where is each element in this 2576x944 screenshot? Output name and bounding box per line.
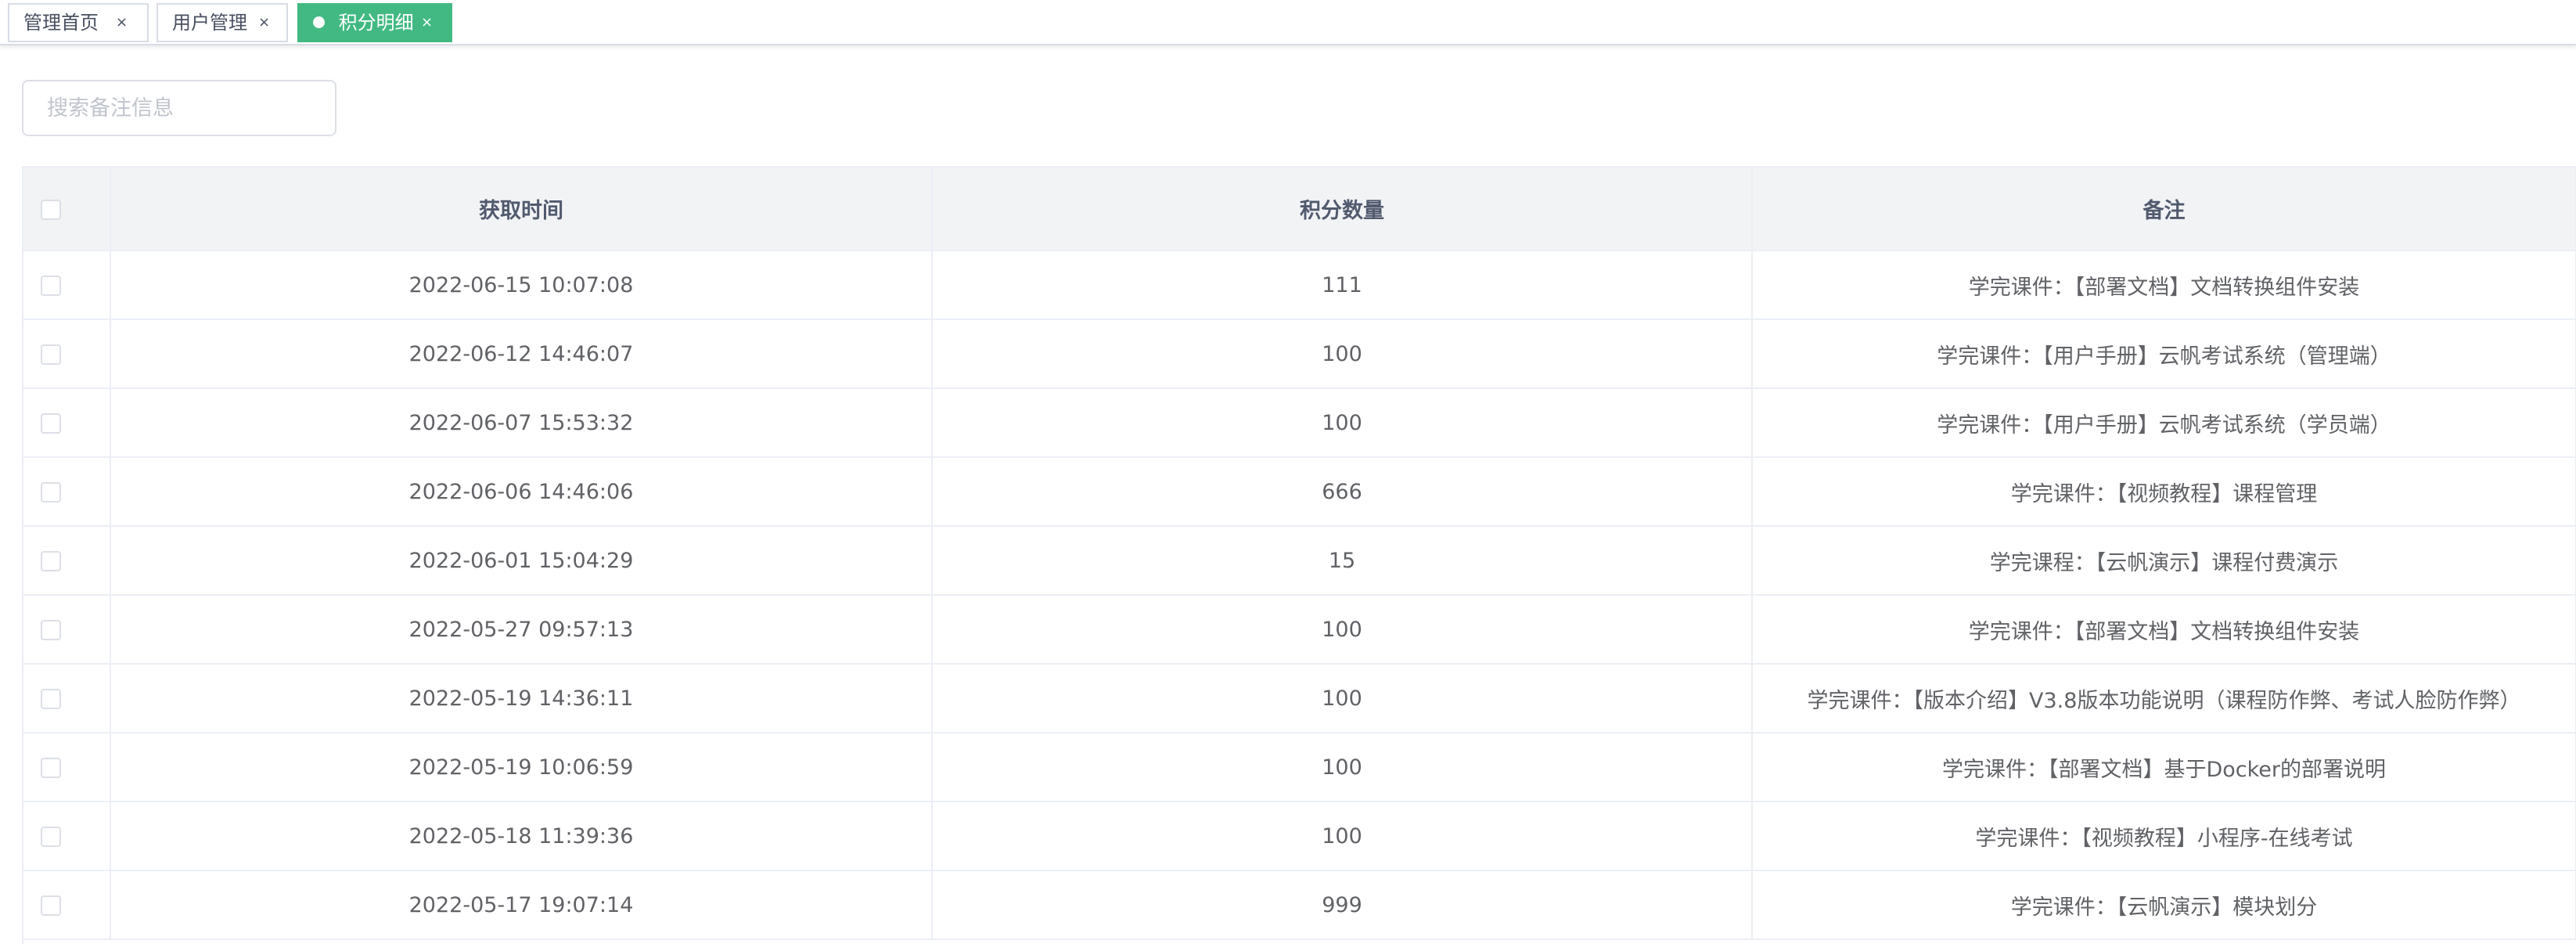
cell-note: 学完课件：【版本介绍】V3.8版本功能说明（课程防作弊、考试人脸防作弊）	[1752, 664, 2576, 733]
cell-note: 学完课件：【用户手册】云帆考试系统（学员端）	[1752, 388, 2576, 458]
row-checkbox[interactable]	[41, 344, 61, 365]
row-checkbox[interactable]	[41, 689, 61, 709]
cell-note: 学完课件：【用户手册】云帆考试系统（管理端）	[1752, 319, 2576, 389]
active-dot-icon	[313, 16, 325, 28]
table-row[interactable]: 2022-06-01 15:04:29 15 学完课程：【云帆演示】课程付费演示	[23, 526, 2576, 596]
tab-home[interactable]: 管理首页 ×	[8, 3, 149, 42]
row-checkbox[interactable]	[41, 276, 61, 296]
tab-user-management-label: 用户管理	[172, 12, 247, 34]
cell-note: 学完课件：【部署文档】基于Docker的部署说明	[1752, 733, 2576, 802]
close-icon[interactable]: ×	[258, 5, 270, 41]
points-table: 获取时间 积分数量 备注 2022-06-15 10:07:08 111 学完课…	[22, 166, 2576, 944]
tab-home-label: 管理首页	[23, 12, 99, 34]
cell-points: 100	[932, 319, 1753, 389]
row-checkbox[interactable]	[41, 620, 61, 640]
row-checkbox[interactable]	[41, 551, 61, 571]
cell-note: 学完课件：【视频教程】课程管理	[1752, 457, 2576, 527]
table-header-row: 获取时间 积分数量 备注	[23, 168, 2576, 251]
cell-points: 100	[932, 595, 1753, 665]
search-input[interactable]	[22, 80, 336, 136]
cell-note: 学完课件：【部署文档】文档转换组件安装	[1752, 250, 2576, 320]
cell-note: 学完课件：【云帆演示】模块划分	[1752, 870, 2576, 940]
row-select-cell	[23, 250, 111, 320]
cell-time: 2022-05-17 19:07:14	[110, 870, 933, 940]
cell-time: 2022-05-27 09:57:13	[110, 595, 933, 665]
column-header-points[interactable]: 积分数量	[932, 168, 1753, 251]
table-row[interactable]: 2022-05-17 19:07:14 999 学完课件：【云帆演示】模块划分	[23, 870, 2576, 940]
cell-points: 100	[932, 664, 1753, 733]
row-select-cell	[23, 733, 111, 802]
cell-points: 100	[932, 388, 1753, 458]
table-row[interactable]: 2022-05-19 10:06:59 100 学完课件：【部署文档】基于Doc…	[23, 733, 2576, 802]
cell-time: 2022-06-15 10:07:08	[110, 250, 933, 320]
select-all-cell	[23, 168, 111, 251]
row-checkbox[interactable]	[41, 758, 61, 778]
cell-time: 2022-06-12 14:46:07	[110, 319, 933, 389]
cell-time: 2022-06-07 15:53:32	[110, 388, 933, 458]
row-select-cell	[23, 526, 111, 596]
cell-note: 学完课件：【部署文档】文档转换组件安装	[1752, 595, 2576, 665]
close-icon[interactable]: ×	[116, 5, 128, 41]
tags-view-bar: 管理首页 × 用户管理 × 积分明细 ×	[0, 0, 2576, 45]
row-select-cell	[23, 457, 111, 527]
column-header-note[interactable]: 备注	[1752, 168, 2576, 251]
tab-points-detail[interactable]: 积分明细 ×	[297, 3, 452, 42]
row-checkbox[interactable]	[41, 413, 61, 434]
cell-points: 15	[932, 526, 1753, 596]
cell-note: 学完课程：【云帆演示】课程付费演示	[1752, 526, 2576, 596]
row-select-cell	[23, 802, 111, 871]
cell-time: 2022-05-19 10:06:59	[110, 733, 933, 802]
table-row[interactable]: 2022-05-19 14:36:11 100 学完课件：【版本介绍】V3.8版…	[23, 664, 2576, 733]
cell-points: 666	[932, 457, 1753, 527]
cell-time: 2022-05-18 11:39:36	[110, 802, 933, 871]
row-select-cell	[23, 595, 111, 665]
column-header-time[interactable]: 获取时间	[110, 168, 933, 251]
points-table-grid: 获取时间 积分数量 备注 2022-06-15 10:07:08 111 学完课…	[23, 168, 2576, 940]
cell-note: 学完课件：【视频教程】小程序-在线考试	[1752, 802, 2576, 871]
close-icon[interactable]: ×	[421, 5, 433, 41]
table-row[interactable]: 2022-06-15 10:07:08 111 学完课件：【部署文档】文档转换组…	[23, 250, 2576, 320]
cell-points: 100	[932, 802, 1753, 871]
tab-user-management[interactable]: 用户管理 ×	[157, 3, 288, 42]
cell-time: 2022-05-19 14:36:11	[110, 664, 933, 733]
cell-points: 999	[932, 870, 1753, 940]
select-all-checkbox[interactable]	[41, 199, 61, 220]
row-select-cell	[23, 870, 111, 940]
table-row[interactable]: 2022-05-27 09:57:13 100 学完课件：【部署文档】文档转换组…	[23, 595, 2576, 665]
row-checkbox[interactable]	[41, 827, 61, 847]
cell-time: 2022-06-01 15:04:29	[110, 526, 933, 596]
row-select-cell	[23, 319, 111, 389]
row-select-cell	[23, 388, 111, 458]
row-checkbox[interactable]	[41, 895, 61, 916]
cell-time: 2022-06-06 14:46:06	[110, 457, 933, 527]
tab-points-detail-label: 积分明细	[338, 12, 414, 34]
table-row[interactable]: 2022-06-06 14:46:06 666 学完课件：【视频教程】课程管理	[23, 457, 2576, 527]
table-row[interactable]: 2022-06-12 14:46:07 100 学完课件：【用户手册】云帆考试系…	[23, 319, 2576, 389]
table-row[interactable]: 2022-05-18 11:39:36 100 学完课件：【视频教程】小程序-在…	[23, 802, 2576, 871]
row-checkbox[interactable]	[41, 482, 61, 503]
table-row[interactable]: 2022-06-07 15:53:32 100 学完课件：【用户手册】云帆考试系…	[23, 388, 2576, 458]
cell-points: 111	[932, 250, 1753, 320]
row-select-cell	[23, 664, 111, 733]
cell-points: 100	[932, 733, 1753, 802]
